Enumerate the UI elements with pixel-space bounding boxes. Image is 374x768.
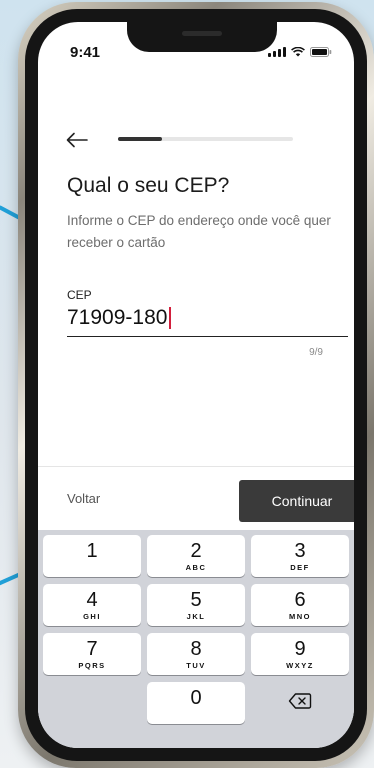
text-caret	[169, 307, 172, 329]
phone-frame: 9:41 Qual o seu CEP? Informe o CEP do en…	[18, 2, 374, 768]
page-title: Qual o seu CEP?	[67, 174, 230, 197]
key-6[interactable]: 6 MNO	[251, 584, 349, 626]
backspace-icon	[288, 692, 312, 715]
cep-field-underline	[67, 336, 348, 337]
back-button[interactable]: Voltar	[67, 491, 100, 506]
phone-bezel: 9:41 Qual o seu CEP? Informe o CEP do en…	[25, 9, 367, 761]
speaker	[182, 31, 222, 36]
page-subtitle: Informe o CEP do endereço onde você quer…	[67, 213, 331, 250]
cep-field-label: CEP	[67, 288, 92, 302]
status-time: 9:41	[70, 44, 101, 61]
notch	[127, 22, 277, 52]
cep-input[interactable]: 71909-180	[67, 306, 172, 330]
wifi-icon	[291, 47, 305, 57]
back-arrow-icon[interactable]	[66, 132, 88, 148]
key-9[interactable]: 9 WXYZ	[251, 633, 349, 675]
signal-icon	[268, 47, 286, 57]
continue-button[interactable]: Continuar	[239, 480, 354, 522]
character-counter: 9/9	[309, 347, 323, 358]
phone-screen: 9:41 Qual o seu CEP? Informe o CEP do en…	[38, 22, 354, 748]
key-8[interactable]: 8 TUV	[147, 633, 245, 675]
progress-bar	[118, 137, 293, 141]
keypad-blank-slot	[43, 682, 141, 724]
key-1[interactable]: 1	[43, 535, 141, 577]
backspace-key[interactable]	[251, 682, 349, 724]
key-4[interactable]: 4 GHI	[43, 584, 141, 626]
key-5[interactable]: 5 JKL	[147, 584, 245, 626]
key-3[interactable]: 3 DEF	[251, 535, 349, 577]
battery-icon	[310, 47, 332, 57]
key-2[interactable]: 2 ABC	[147, 535, 245, 577]
progress-fill	[118, 137, 162, 141]
numeric-keypad: 1 2 ABC 3 DEF 4 GHI 5 JKL 6 MNO 7 PQRS 8 TUV 9W…	[38, 530, 354, 748]
status-icons	[268, 47, 332, 57]
key-7[interactable]: 7 PQRS	[43, 633, 141, 675]
key-0[interactable]: 0	[147, 682, 245, 724]
action-bar: Voltar Continuar	[38, 466, 354, 531]
cep-input-value: 71909-180	[67, 306, 168, 329]
